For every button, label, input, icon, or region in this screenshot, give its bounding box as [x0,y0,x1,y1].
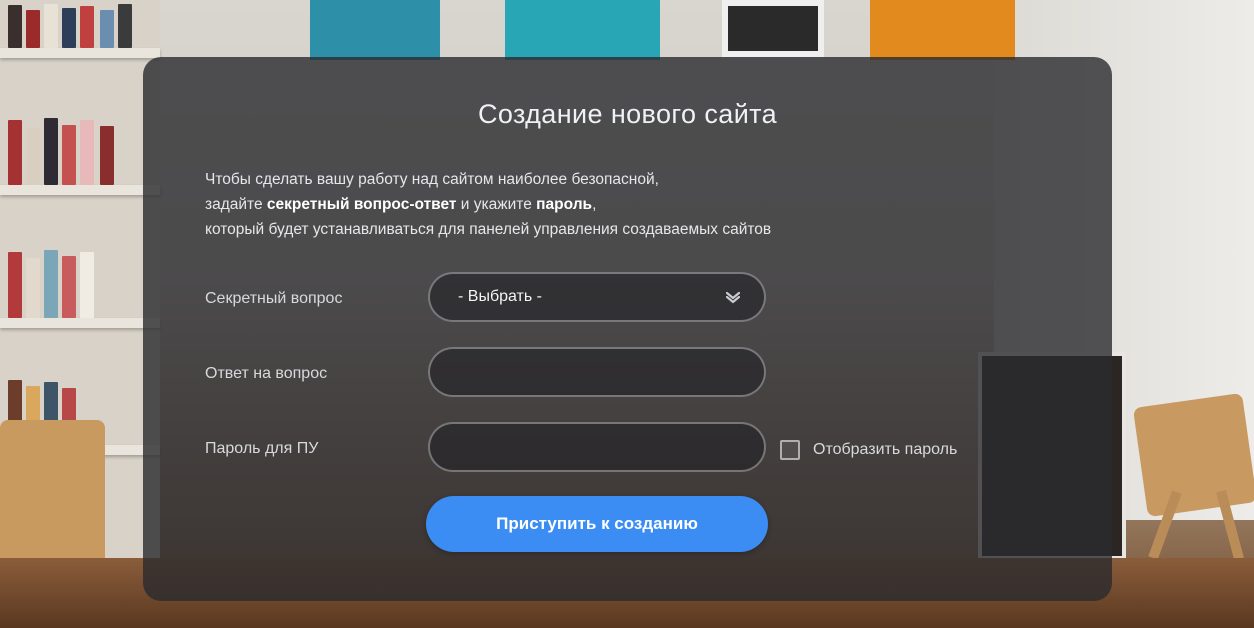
book [62,256,76,318]
book [44,250,58,318]
shelf [0,185,160,195]
book [80,252,94,318]
book [44,118,58,185]
background-artwork [870,0,1015,60]
book [26,10,40,48]
show-password-checkbox[interactable] [780,440,800,460]
password-label: Пароль для ПУ [205,440,319,457]
book [100,10,114,48]
secret-question-label: Секретный вопрос [205,290,343,307]
answer-input[interactable] [428,347,766,397]
background-artwork [310,0,440,60]
book [26,128,40,185]
description-text: , [592,196,597,213]
description-line-1: Чтобы сделать вашу работу над сайтом наи… [205,171,659,188]
book [100,126,114,185]
book [8,120,22,185]
book [80,6,94,48]
book [118,4,132,48]
book [44,4,58,48]
shelf [0,48,160,58]
background-chair [0,420,105,570]
description-text: задайте [205,196,267,213]
description-emphasis-password: пароль [536,196,593,213]
dialog-description: Чтобы сделать вашу работу над сайтом наи… [205,167,1005,242]
dialog-title: Создание нового сайта [477,99,778,129]
book [62,8,76,48]
book [8,252,22,318]
create-site-dialog: Создание нового сайта Чтобы сделать вашу… [143,57,1112,601]
description-text: и укажите [456,196,537,213]
background-artwork [505,0,660,60]
show-password-label[interactable]: Отобразить пароль [813,441,957,459]
shelf [0,318,160,328]
book [26,258,40,318]
background-artwork [722,0,824,57]
book [62,125,76,185]
start-creation-button[interactable]: Приступить к созданию [426,496,768,552]
secret-question-selected-value: - Выбрать - [458,288,542,305]
book [8,5,22,48]
description-line-3: который будет устанавливаться для панеле… [205,221,772,238]
background-chair [1132,392,1254,518]
description-line-2: задайте секретный вопрос-ответ и укажите… [205,192,1005,217]
chevron-down-icon [724,288,742,306]
description-emphasis-secret-question: секретный вопрос-ответ [266,196,457,213]
book [80,120,94,185]
secret-question-select[interactable]: - Выбрать - [428,272,766,322]
password-input[interactable] [428,422,766,472]
answer-label: Ответ на вопрос [205,365,328,382]
